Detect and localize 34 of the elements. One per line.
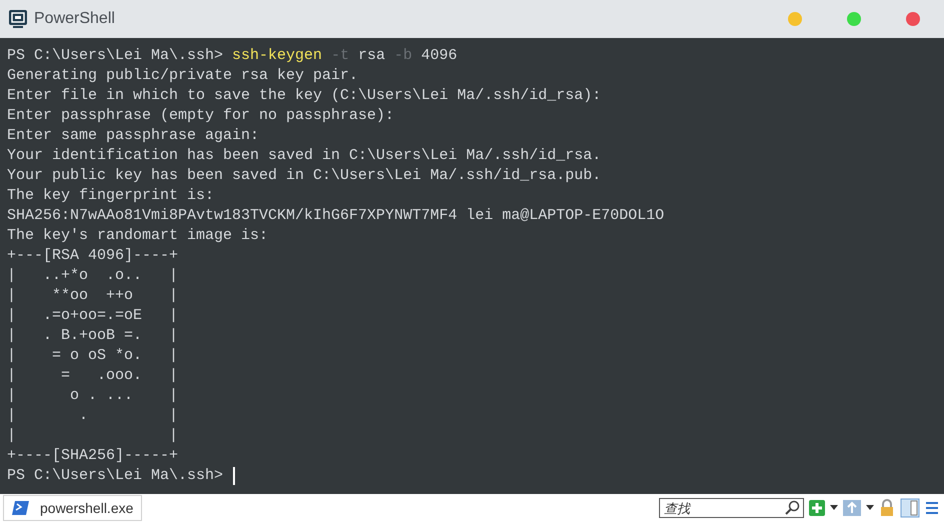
- terminal-line: Enter file in which to save the key (C:\Users\Lei Ma/.ssh/id_rsa):: [7, 86, 602, 106]
- search-field[interactable]: 查找: [659, 498, 804, 518]
- terminal-line: | **oo ++o |: [7, 286, 178, 306]
- terminal-line: +---[RSA 4096]----+: [7, 246, 178, 266]
- window-control-button[interactable]: [906, 12, 920, 26]
- search-icon[interactable]: [785, 500, 801, 516]
- terminal-line: Your public key has been saved in C:\Users\Lei Ma/.ssh/id_rsa.pub.: [7, 166, 602, 186]
- terminal-line: +----[SHA256]-----+: [7, 446, 178, 466]
- terminal-line: PS C:\Users\Lei Ma\.ssh> ssh-keygen -t rsa -b 4096: [7, 46, 458, 66]
- terminal-line: | = .ooo. |: [7, 366, 178, 386]
- dropdown-caret-icon[interactable]: [866, 505, 874, 511]
- terminal-line: Your identification has been saved in C:\Users\Lei Ma/.ssh/id_rsa.: [7, 146, 602, 166]
- terminal-line: Generating public/private rsa key pair.: [7, 66, 358, 86]
- terminal-line: The key fingerprint is:: [7, 186, 214, 206]
- menu-icon[interactable]: [924, 500, 940, 516]
- dropdown-caret-icon[interactable]: [830, 505, 838, 511]
- terminal-line: | .=o+oo=.=oE |: [7, 306, 178, 326]
- terminal-line: The key's randomart image is:: [7, 226, 268, 246]
- terminal-line: PS C:\Users\Lei Ma\.ssh>: [7, 466, 224, 486]
- window-title: PowerShell: [34, 9, 115, 29]
- terminal-line: | = o oS *o. |: [7, 346, 178, 366]
- taskbar-button[interactable]: powershell.exe: [3, 495, 142, 521]
- terminal-icon: [8, 9, 28, 29]
- terminal-line: Enter passphrase (empty for no passphrase):: [7, 106, 394, 126]
- terminal-line: SHA256:N7wAAo81Vmi8PAvtw183TVCKM/kIhG6F7XPYNWT7MF4 lei ma@LAPTOP-E70DOL1O: [7, 206, 664, 226]
- powershell-icon: [12, 500, 30, 516]
- text-cursor: [233, 467, 236, 485]
- terminal-line: | |: [7, 426, 178, 446]
- terminal-line: | . |: [7, 406, 178, 426]
- terminal-line: Enter same passphrase again:: [7, 126, 260, 146]
- terminal-line: | o . ... |: [7, 386, 178, 406]
- terminal-line: | ..+*o .o.. |: [7, 266, 178, 286]
- terminal-line: | . B.+ooB =. |: [7, 326, 178, 346]
- panel-icon[interactable]: [900, 498, 920, 518]
